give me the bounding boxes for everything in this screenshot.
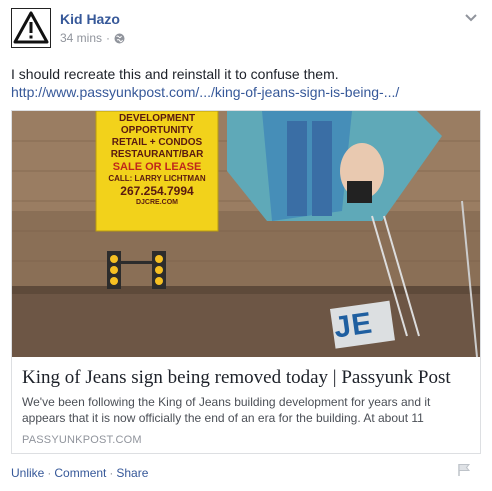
- card-image[interactable]: DEVELOPMENT OPPORTUNITY RETAIL + CONDOS …: [12, 111, 480, 357]
- sign-line: SALE OR LEASE: [112, 161, 202, 173]
- meta-separator: ·: [106, 31, 111, 45]
- card-description: We've been following the King of Jeans b…: [22, 395, 431, 425]
- jeans-letters: JE: [331, 306, 375, 345]
- post: Kid Hazo 34 mins · I should recreate thi…: [0, 0, 492, 491]
- unlike-button[interactable]: Unlike: [11, 466, 44, 480]
- flag-icon[interactable]: [457, 463, 471, 477]
- sign-line: OPPORTUNITY: [120, 125, 194, 136]
- action-separator: ·: [109, 466, 114, 480]
- sign-line: DJCRE.COM: [135, 199, 178, 206]
- card-domain: PASSYUNKPOST.COM: [22, 434, 142, 446]
- post-timestamp[interactable]: 34 mins: [60, 31, 102, 45]
- sign-line: 267.254.7994: [120, 184, 194, 198]
- action-separator: ·: [47, 466, 52, 480]
- sign-line: RESTAURANT/BAR: [110, 149, 204, 160]
- share-button[interactable]: Share: [116, 466, 148, 480]
- card-title[interactable]: King of Jeans sign being removed today |…: [22, 367, 451, 389]
- post-link[interactable]: http://www.passyunkpost.com/.../king-of-…: [11, 83, 399, 101]
- link-preview-card[interactable]: DEVELOPMENT OPPORTUNITY RETAIL + CONDOS …: [11, 110, 481, 454]
- avatar[interactable]: [11, 8, 51, 48]
- sign-text: DEVELOPMENT OPPORTUNITY RETAIL + CONDOS …: [98, 113, 216, 209]
- sign-line: DEVELOPMENT: [118, 113, 196, 124]
- post-text: I should recreate this and reinstall it …: [11, 66, 339, 82]
- globe-icon[interactable]: [114, 33, 125, 44]
- post-meta: 34 mins ·: [60, 31, 125, 45]
- post-actions: Unlike · Comment · Share: [11, 466, 148, 480]
- building-photo: [12, 111, 480, 357]
- comment-button[interactable]: Comment: [54, 466, 106, 480]
- author-name[interactable]: Kid Hazo: [60, 11, 120, 27]
- chevron-down-icon[interactable]: [463, 12, 479, 24]
- sign-line: RETAIL + CONDOS: [111, 137, 203, 148]
- warning-triangle-icon: [13, 11, 49, 44]
- card-body[interactable]: King of Jeans sign being removed today |…: [12, 357, 480, 453]
